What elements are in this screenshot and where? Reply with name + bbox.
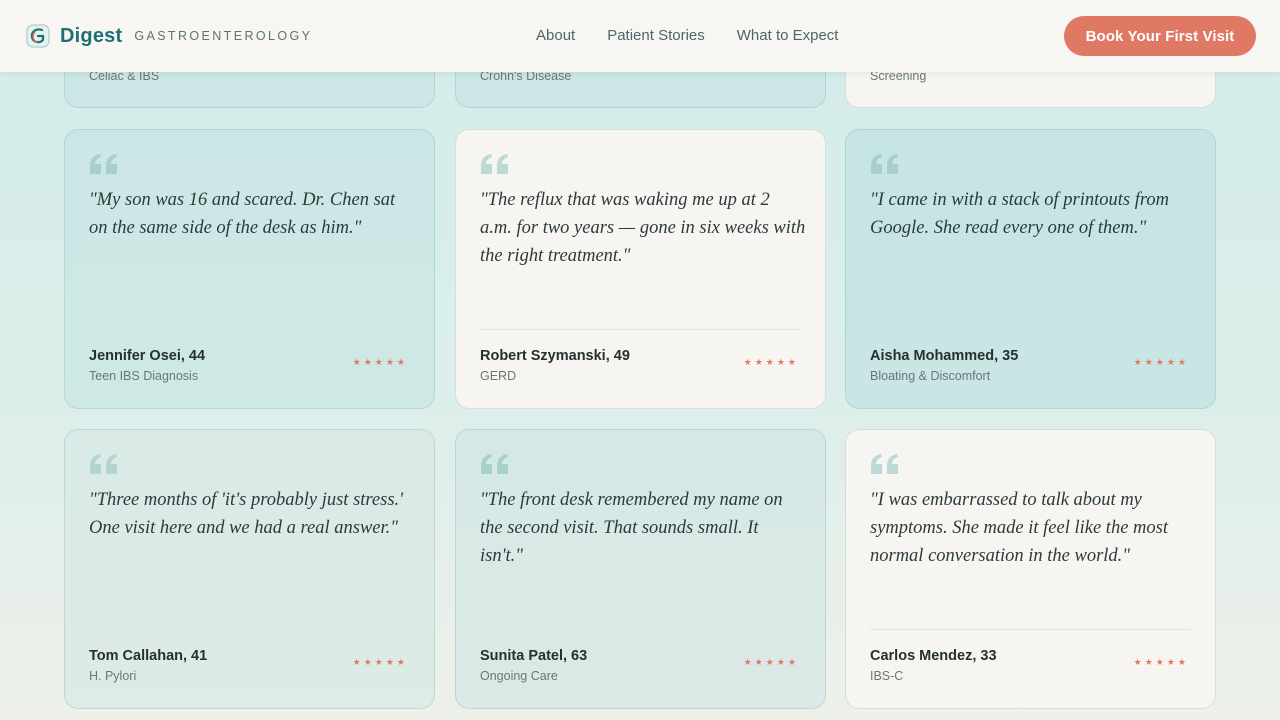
testimonial-condition: IBS-C bbox=[870, 669, 904, 683]
testimonial-quote: "I was embarrassed to talk about my symp… bbox=[870, 490, 1168, 566]
testimonial-condition: H. Pylori bbox=[89, 669, 137, 683]
quote-icon bbox=[481, 454, 508, 474]
testimonial-author: Jennifer Osei, 44 bbox=[89, 348, 206, 364]
testimonial-condition: Teen IBS Diagnosis bbox=[89, 369, 199, 383]
testimonial-card: "My son was 16 and scared. Dr. Chen sat … bbox=[64, 129, 435, 409]
testimonial-condition: Ongoing Care bbox=[480, 669, 558, 683]
rating-stars: ★★★★★ bbox=[743, 357, 799, 367]
testimonial-condition: Bloating & Discomfort bbox=[870, 369, 991, 383]
testimonial-author: Carlos Mendez, 33 bbox=[870, 648, 997, 664]
quote-icon bbox=[871, 154, 898, 174]
logo-icon bbox=[26, 24, 50, 48]
rating-stars: ★★★★★ bbox=[352, 657, 408, 667]
testimonial-condition: GERD bbox=[480, 369, 517, 383]
quote-icon bbox=[871, 454, 898, 474]
book-visit-button[interactable]: Book Your First Visit bbox=[1064, 16, 1256, 56]
nav-link-patient-stories[interactable]: Patient Stories bbox=[607, 27, 705, 44]
testimonial-author: Sunita Patel, 63 bbox=[480, 648, 588, 664]
rating-stars: ★★★★★ bbox=[352, 357, 408, 367]
brand[interactable]: Digest GASTROENTEROLOGY bbox=[26, 24, 312, 48]
card-divider bbox=[870, 629, 1191, 630]
nav-link-what-to-expect[interactable]: What to Expect bbox=[737, 27, 839, 44]
testimonial-card: "I came in with a stack of printouts fro… bbox=[845, 129, 1216, 409]
rating-stars: ★★★★★ bbox=[1133, 657, 1189, 667]
testimonial-quote: "The front desk remembered my name on th… bbox=[480, 490, 783, 566]
quote-icon bbox=[90, 154, 117, 174]
testimonial-card: "Three months of 'it's probably just str… bbox=[64, 429, 435, 709]
brand-tagline: GASTROENTEROLOGY bbox=[134, 29, 313, 43]
testimonial-card: "The front desk remembered my name on th… bbox=[455, 429, 826, 709]
quote-icon bbox=[481, 154, 508, 174]
testimonial-quote: "The reflux that was waking me up at 2 a… bbox=[480, 190, 806, 266]
testimonial-author: Robert Szymanski, 49 bbox=[480, 348, 630, 364]
brand-name: Digest bbox=[60, 24, 123, 47]
testimonial-card: "The reflux that was waking me up at 2 a… bbox=[455, 129, 826, 409]
testimonial-author: Tom Callahan, 41 bbox=[89, 648, 208, 664]
main-nav: About Patient Stories What to Expect bbox=[536, 27, 870, 44]
testimonial-author: Aisha Mohammed, 35 bbox=[870, 348, 1019, 364]
site-header: Digest GASTROENTEROLOGY About Patient St… bbox=[0, 0, 1280, 72]
rating-stars: ★★★★★ bbox=[743, 657, 799, 667]
testimonial-quote: "Three months of 'it's probably just str… bbox=[89, 490, 404, 538]
card-divider bbox=[480, 329, 801, 330]
nav-link-about[interactable]: About bbox=[536, 27, 575, 44]
testimonial-card: "I was embarrassed to talk about my symp… bbox=[845, 429, 1216, 709]
quote-icon bbox=[90, 454, 117, 474]
testimonial-quote: "I came in with a stack of printouts fro… bbox=[870, 190, 1169, 238]
testimonial-quote: "My son was 16 and scared. Dr. Chen sat … bbox=[89, 190, 396, 238]
rating-stars: ★★★★★ bbox=[1133, 357, 1189, 367]
